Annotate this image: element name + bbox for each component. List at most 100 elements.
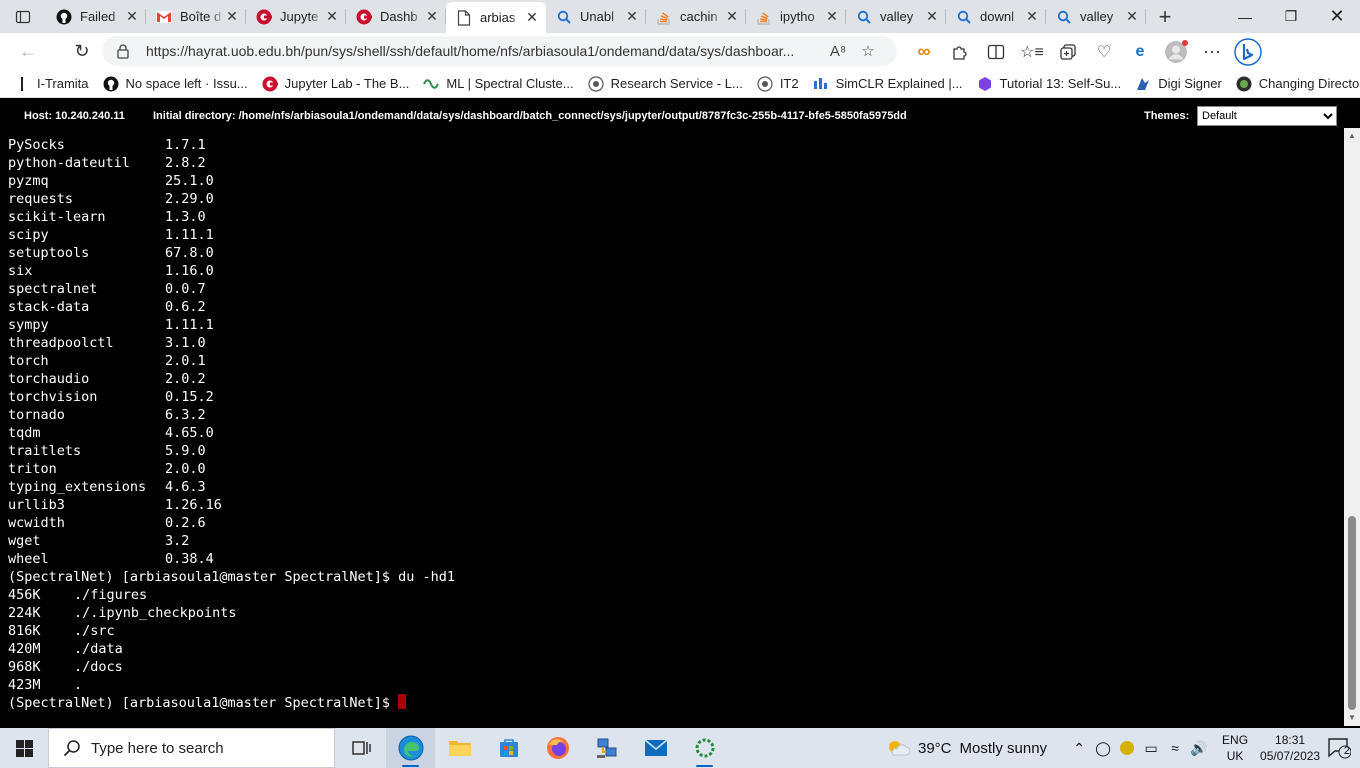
browser-tab[interactable]: Boîte d ✕ <box>146 0 246 33</box>
browser-tab[interactable]: Jupyte ✕ <box>246 0 346 33</box>
bookmark-item[interactable]: Changing Directori... <box>1236 76 1360 92</box>
tab-label: Unabl <box>580 9 614 24</box>
edge-taskbar-button[interactable] <box>386 728 435 768</box>
bookmark-item[interactable]: SimCLR Explained |... <box>813 76 963 92</box>
taskbar-search-box[interactable]: Type here to search <box>48 728 335 768</box>
bookmark-label: Changing Directori... <box>1258 76 1360 91</box>
scroll-down-icon[interactable]: ▼ <box>1347 713 1357 723</box>
bookmark-item[interactable]: I-Tramita <box>14 76 89 92</box>
mail-button[interactable] <box>631 728 680 768</box>
tab-actions-button[interactable] <box>0 0 46 33</box>
ie-mode-icon[interactable]: e <box>1122 34 1158 70</box>
bookmark-item[interactable]: Digi Signer <box>1135 76 1222 92</box>
scrollbar-thumb[interactable] <box>1348 516 1356 710</box>
task-view-button[interactable] <box>337 728 386 768</box>
profile-avatar[interactable] <box>1158 34 1194 70</box>
scroll-up-icon[interactable]: ▲ <box>1347 131 1357 141</box>
weather-widget[interactable]: 39°C Mostly sunny <box>886 738 1067 758</box>
microsoft-store-button[interactable] <box>484 728 533 768</box>
du-path: . <box>74 677 83 693</box>
start-button[interactable] <box>0 728 48 768</box>
tab-close-icon[interactable]: ✕ <box>324 8 340 25</box>
package-row: scipy 1.11.1 <box>8 226 1344 244</box>
bookmark-item[interactable]: Tutorial 13: Self-Su... <box>977 76 1122 92</box>
terminal-scrollbar[interactable]: ▲ ▼ <box>1344 128 1360 726</box>
settings-more-icon[interactable]: ··· <box>1194 34 1230 70</box>
tab-close-icon[interactable]: ✕ <box>524 9 540 26</box>
tab-close-icon[interactable]: ✕ <box>124 8 140 25</box>
favorite-star-icon[interactable]: ☆ <box>853 42 883 60</box>
bookmark-label: Tutorial 13: Self-Su... <box>999 76 1122 91</box>
shell-header: Host: 10.240.240.11 Initial directory: /… <box>0 104 1360 128</box>
tab-label: Boîte d <box>180 9 222 24</box>
tab-label: downl <box>980 9 1014 24</box>
file-explorer-button[interactable] <box>435 728 484 768</box>
system-tray: 39°C Mostly sunny ⌃ ◯ ▭ ≈ 🔊 ENG UK 18:31… <box>886 728 1327 768</box>
split-screen-icon[interactable] <box>978 34 1014 70</box>
extensions-puzzle-icon[interactable] <box>942 34 978 70</box>
network-app-button[interactable] <box>582 728 631 768</box>
camera-tray-icon[interactable]: ◯ <box>1091 740 1115 757</box>
package-name: tornado <box>8 407 65 423</box>
tab-label: cachin <box>680 9 718 24</box>
url-text[interactable]: https://hayrat.uob.edu.bh/pun/sys/shell/… <box>146 43 823 59</box>
chevron-up-icon[interactable]: ⌃ <box>1067 740 1091 757</box>
bing-copilot-icon[interactable] <box>1230 34 1266 70</box>
tab-close-icon[interactable]: ✕ <box>724 8 740 25</box>
clock[interactable]: 18:31 05/07/2023 <box>1253 732 1327 764</box>
tab-close-icon[interactable]: ✕ <box>1024 8 1040 25</box>
package-version: 0.2.6 <box>165 515 206 531</box>
bookmark-item[interactable]: No space left · Issu... <box>103 76 248 92</box>
browser-tab[interactable]: Failed ✕ <box>46 0 146 33</box>
battery-icon[interactable]: ▭ <box>1139 740 1163 757</box>
bookmark-item[interactable]: IT2 <box>757 75 799 92</box>
terminal-output[interactable]: PySocks 1.7.1 python-dateutil 2.8.2 pyzmq 25.… <box>0 128 1344 726</box>
browser-tab[interactable]: cachin ✕ <box>646 0 746 33</box>
package-name: urllib3 <box>8 497 65 513</box>
package-name: torch <box>8 353 49 369</box>
favorites-icon[interactable]: ☆≡ <box>1014 34 1050 70</box>
language-indicator[interactable]: ENG UK <box>1217 732 1253 764</box>
tab-close-icon[interactable]: ✕ <box>924 8 940 25</box>
restore-button[interactable]: ❐ <box>1268 0 1314 33</box>
stackoverflow-icon <box>656 9 672 25</box>
browser-tab[interactable]: Dashb ✕ <box>346 0 446 33</box>
browser-essentials-icon[interactable]: ♡ <box>1086 34 1122 70</box>
tab-close-icon[interactable]: ✕ <box>824 8 840 25</box>
package-row: wget 3.2 <box>8 532 1344 550</box>
theme-select[interactable]: Default <box>1197 106 1337 126</box>
loading-app-button[interactable] <box>680 728 729 768</box>
bing-search-icon <box>1056 9 1072 25</box>
browser-tab[interactable]: ipytho ✕ <box>746 0 846 33</box>
tab-close-icon[interactable]: ✕ <box>424 8 440 25</box>
package-version: 1.7.1 <box>165 137 206 153</box>
firefox-button[interactable] <box>533 728 582 768</box>
browser-tab[interactable]: valley ✕ <box>846 0 946 33</box>
volume-icon[interactable]: 🔊 <box>1187 740 1211 757</box>
collections-icon[interactable] <box>1050 34 1086 70</box>
tab-close-icon[interactable]: ✕ <box>1124 8 1140 25</box>
close-window-button[interactable]: ✕ <box>1314 0 1360 33</box>
bookmark-item[interactable]: ML | Spectral Cluste... <box>423 76 574 92</box>
security-tray-icon[interactable] <box>1115 741 1139 755</box>
extension-infinity-icon[interactable]: ∞ <box>906 34 942 70</box>
refresh-button[interactable]: ↻ <box>64 34 100 70</box>
new-tab-button[interactable]: + <box>1150 0 1180 33</box>
wifi-icon[interactable]: ≈ <box>1163 740 1187 756</box>
browser-tab[interactable]: downl ✕ <box>946 0 1046 33</box>
browser-tab[interactable]: valley ✕ <box>1046 0 1146 33</box>
tab-close-icon[interactable]: ✕ <box>624 8 640 25</box>
browser-tab[interactable]: arbias ✕ <box>446 2 546 33</box>
back-button[interactable]: ← <box>10 34 46 70</box>
address-bar[interactable]: https://hayrat.uob.edu.bh/pun/sys/shell/… <box>102 36 897 66</box>
bookmark-item[interactable]: Jupyter Lab - The B... <box>262 76 409 92</box>
tab-close-icon[interactable]: ✕ <box>224 8 240 25</box>
bookmark-item[interactable]: Research Service - L... <box>587 75 743 92</box>
package-name: torchvision <box>8 389 98 405</box>
notification-center-button[interactable]: 2 <box>1326 736 1352 760</box>
weather-description: Mostly sunny <box>959 739 1048 757</box>
browser-tab[interactable]: Unabl ✕ <box>546 0 646 33</box>
minimize-button[interactable]: — <box>1222 0 1268 33</box>
package-version: 4.65.0 <box>165 425 214 441</box>
read-aloud-icon[interactable]: A⁸ <box>823 43 853 60</box>
